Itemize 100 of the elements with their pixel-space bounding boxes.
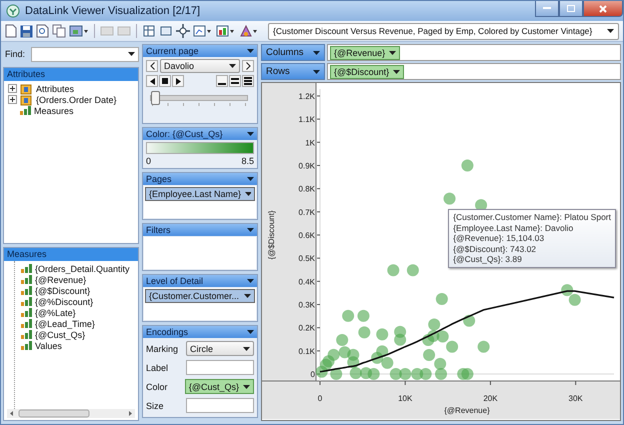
find-field[interactable]: [31, 46, 139, 62]
data-point: [347, 348, 360, 361]
bar-chart-icon: [21, 341, 32, 350]
save-icon[interactable]: [20, 24, 33, 38]
data-point: [328, 348, 340, 361]
caret-icon: [243, 346, 250, 350]
play-button[interactable]: [172, 75, 184, 87]
tick-label: 0.9K: [298, 161, 315, 170]
caret-icon[interactable]: [247, 49, 254, 53]
page-combo[interactable]: Davolio: [160, 59, 240, 73]
data-point: [368, 368, 380, 380]
shelf-drop-zone[interactable]: {@Revenue}: [327, 44, 621, 61]
measure-item[interactable]: {@$Discount}: [35, 286, 90, 296]
chart-dropdown-icon[interactable]: [193, 24, 213, 38]
measure-item[interactable]: {@Revenue}: [35, 274, 86, 284]
previous-button[interactable]: [146, 60, 158, 72]
bar-chart-icon: [21, 286, 32, 295]
step-back-button[interactable]: [146, 75, 158, 87]
caret-icon[interactable]: [247, 177, 254, 181]
tick-label: 0.3K: [298, 300, 315, 310]
data-point: [461, 159, 474, 172]
slider-thumb[interactable]: [151, 91, 160, 105]
tick-label: 0.2K: [298, 324, 315, 333]
data-point: [357, 310, 370, 322]
field-chip[interactable]: {@Revenue}: [330, 46, 400, 60]
close-button[interactable]: [583, 1, 623, 17]
tick-label: 1K: [305, 138, 315, 148]
caret-icon[interactable]: [247, 228, 254, 232]
triple-row-button[interactable]: [242, 75, 254, 87]
data-point: [561, 284, 574, 296]
data-point: [411, 368, 424, 380]
data-point: [399, 368, 412, 380]
data-point: [336, 334, 348, 346]
caret-icon[interactable]: [247, 330, 254, 334]
minimize-button[interactable]: [535, 1, 559, 17]
tick-label: 1.2K: [298, 92, 315, 101]
new-document-icon[interactable]: [5, 24, 17, 38]
double-row-button[interactable]: [229, 75, 241, 87]
paint-dropdown-icon[interactable]: [239, 24, 259, 38]
data-point: [446, 340, 458, 353]
encoding-label: Color: [146, 382, 169, 392]
expand-icon[interactable]: [8, 95, 17, 104]
shelf-drop-zone[interactable]: {@$Discount}: [327, 63, 621, 80]
drop-area[interactable]: {Customer.Customer...: [144, 288, 256, 320]
tree-item[interactable]: Attributes: [36, 84, 74, 94]
data-point: [435, 368, 447, 380]
preview-icon[interactable]: [36, 24, 49, 38]
window-icon[interactable]: [159, 24, 173, 38]
tick-label: 0: [318, 394, 322, 403]
data-point: [422, 334, 434, 346]
expand-icon[interactable]: [8, 84, 17, 93]
data-point: [444, 192, 456, 205]
panel-title: Current page: [146, 46, 199, 56]
view-combo[interactable]: {Customer Discount Versus Revenue, Paged by Emp, Colored by Customer Vintage}: [268, 22, 619, 40]
export-dropdown-icon[interactable]: [69, 24, 89, 38]
copy-icon[interactable]: [52, 24, 66, 38]
single-row-button[interactable]: [216, 75, 228, 87]
input-field[interactable]: [186, 398, 254, 413]
measure-item[interactable]: {@Lead_Time}: [35, 318, 95, 328]
tooltip-line: {Employee.Last Name}: Davolio: [453, 222, 574, 233]
input-field[interactable]: [186, 360, 254, 375]
find-label: Find:: [5, 49, 26, 59]
table-dropdown-icon[interactable]: [216, 24, 236, 38]
horizontal-scrollbar[interactable]: [7, 409, 135, 418]
field-chip[interactable]: {Employee.Last Name}: [145, 187, 255, 201]
data-point: [394, 326, 406, 338]
panel-title: Level of Detail: [146, 276, 204, 286]
data-point: [376, 345, 388, 358]
caret-icon[interactable]: [247, 132, 254, 136]
next-button[interactable]: [242, 60, 254, 72]
data-point: [347, 356, 360, 368]
shelf-button[interactable]: Rows: [261, 63, 325, 80]
shelf-button[interactable]: Columns: [261, 44, 325, 61]
minimize-icon: [543, 7, 551, 10]
attribute-folder-icon: [20, 94, 33, 106]
measure-item[interactable]: {@%Discount}: [35, 296, 94, 306]
tree-item[interactable]: Measures: [34, 106, 74, 116]
field-chip[interactable]: {@$Discount}: [330, 64, 404, 78]
field-chip[interactable]: {@Cust_Qs}: [184, 379, 254, 394]
field-chip[interactable]: {Customer.Customer...: [145, 289, 255, 303]
caret-icon[interactable]: [247, 279, 254, 283]
measure-item[interactable]: Values: [35, 340, 62, 350]
stop-button[interactable]: [159, 75, 171, 87]
caret-icon: [313, 70, 320, 74]
tooltip-line: {@Revenue}: 15,104.03: [453, 233, 546, 244]
data-point: [338, 346, 351, 358]
tick-label: 10K: [398, 394, 412, 403]
measure-item[interactable]: {@Cust_Qs}: [35, 330, 86, 340]
maximize-button[interactable]: [559, 1, 583, 17]
data-point: [461, 368, 474, 380]
caret-icon: [243, 384, 250, 388]
bar-chart-icon: [21, 330, 32, 339]
marking-combo[interactable]: Circle: [186, 341, 254, 356]
crosshair-icon[interactable]: [176, 24, 190, 38]
measure-item[interactable]: {@%Late}: [35, 308, 76, 318]
window-title: DataLink Viewer Visualization [2/17]: [25, 5, 200, 17]
layout-icon[interactable]: [142, 24, 156, 38]
tree-item[interactable]: {Orders.Order Date}: [36, 94, 117, 104]
drop-area[interactable]: {Employee.Last Name}: [144, 186, 256, 218]
measure-item[interactable]: {Orders_Detail.Quantity: [35, 264, 130, 274]
